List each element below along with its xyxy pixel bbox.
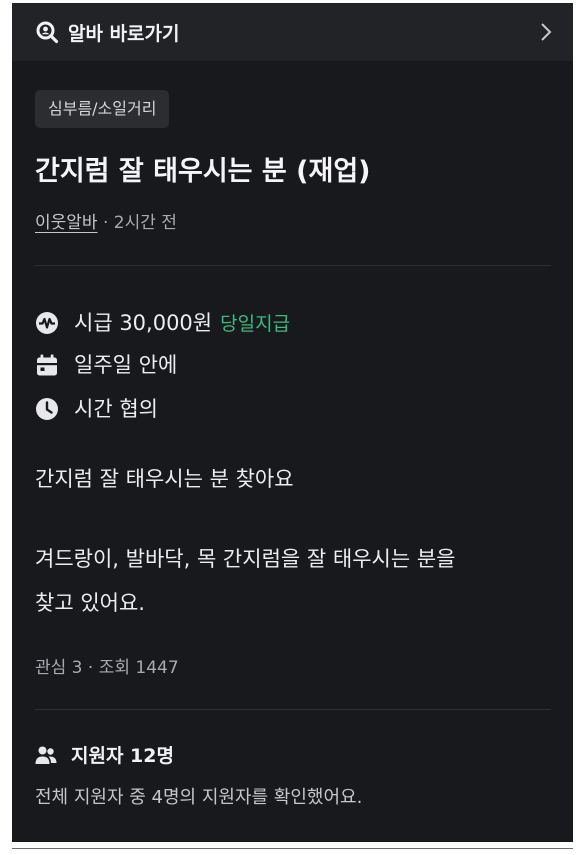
author-link[interactable]: 이웃알바 <box>35 213 98 233</box>
post-body-line: 간지럼 잘 태우시는 분 찾아요 <box>35 467 294 491</box>
posted-time: · 2시간 전 <box>102 213 177 233</box>
hours-text: 시간 협의 <box>74 397 158 421</box>
schedule-text: 일주일 안에 <box>74 353 178 377</box>
post-meta: 이웃알바 · 2시간 전 <box>35 208 177 233</box>
wage-text: 시급 30,000원 당일지급 <box>74 307 290 337</box>
post-body-line: 겨드랑이, 발바닥, 목 간지럼을 잘 태우시는 분을 <box>35 547 456 571</box>
page-title: 간지럼 잘 태우시는 분 (재업) <box>35 156 371 187</box>
users-icon <box>35 746 57 764</box>
divider <box>35 709 551 710</box>
pay-badge: 당일지급 <box>220 313 291 335</box>
post-body-line: 찾고 있어요. <box>35 591 145 615</box>
post-stats: 관심 3 · 조회 1447 <box>35 658 179 678</box>
clock-icon <box>36 398 58 420</box>
bottom-divider <box>12 848 573 849</box>
search-icon <box>36 21 59 44</box>
job-shortcut-label: 알바 바로가기 <box>68 23 180 45</box>
job-shortcut-bar[interactable]: 알바 바로가기 <box>12 3 573 61</box>
wage-value: 시급 30,000원 <box>74 311 213 335</box>
category-tag[interactable]: 심부름/소일거리 <box>35 90 170 128</box>
wage-icon <box>36 312 58 334</box>
divider <box>35 265 551 266</box>
applicants-title: 지원자 12명 <box>71 745 174 767</box>
calendar-icon <box>37 354 57 376</box>
chevron-right-icon[interactable] <box>539 22 553 42</box>
job-post-panel: 알바 바로가기 심부름/소일거리 간지럼 잘 태우시는 분 (재업) 이웃알바 … <box>12 3 573 842</box>
applicants-description: 전체 지원자 중 4명의 지원자를 확인했어요. <box>35 787 363 808</box>
